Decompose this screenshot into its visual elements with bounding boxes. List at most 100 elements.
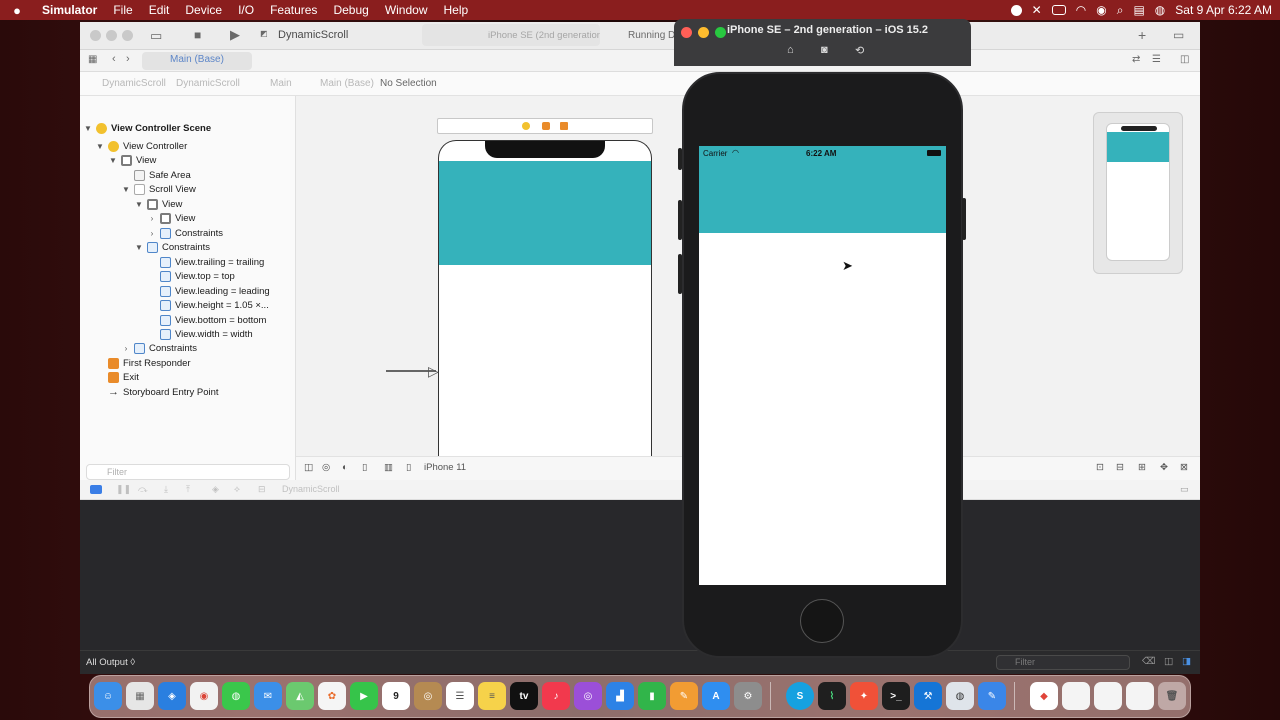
console-toggle-icon[interactable]: ▭ [1180, 484, 1189, 495]
dock-screenshot-icon[interactable] [1126, 682, 1154, 710]
home-button[interactable] [800, 599, 844, 643]
dock-app-store-icon[interactable]: A [702, 682, 730, 710]
menu-app-name[interactable]: Simulator [34, 3, 105, 17]
volume-down-button[interactable] [678, 254, 682, 294]
variables-view-icon[interactable]: ◫ [1164, 656, 1173, 667]
user-icon[interactable]: ◉ [1096, 3, 1106, 17]
outline-constraint-height[interactable]: View.height = 1.05 ×... [147, 298, 269, 312]
size-class-icon[interactable]: ▥ [384, 462, 393, 473]
outline-constraint-leading[interactable]: View.leading = leading [147, 284, 270, 298]
pin-icon[interactable]: ⊞ [1138, 462, 1146, 473]
exit-icon[interactable] [560, 122, 568, 130]
forward-icon[interactable]: › [126, 53, 130, 65]
outline-constraints-inner[interactable]: › Constraints [147, 226, 223, 240]
step-out-icon[interactable]: ⤒ [186, 484, 190, 495]
menu-clock[interactable]: Sat 9 Apr 6:22 AM [1175, 3, 1272, 17]
menu-debug[interactable]: Debug [325, 3, 376, 17]
teal-view[interactable] [439, 161, 651, 265]
wifi-icon[interactable]: ◠ [1076, 3, 1086, 17]
view-controller-icon[interactable] [522, 122, 530, 130]
run-destination[interactable]: iPhone SE (2nd generation) [422, 24, 600, 46]
environment-icon[interactable]: ⊟ [258, 484, 266, 495]
appearance-icon[interactable]: ◐ [342, 462, 348, 473]
orientation-icon[interactable]: ▯ [362, 462, 367, 473]
debug-area-toggle-icon[interactable] [90, 485, 102, 494]
dock-activity-monitor-icon[interactable]: ⌇ [818, 682, 846, 710]
simulator-screen[interactable]: Carrier ◠ 6:22 AM ➤ [699, 146, 946, 585]
editor-options-icon[interactable]: ☰ [1152, 54, 1161, 65]
outline-exit[interactable]: Exit [95, 370, 139, 384]
outline-scene[interactable]: ▼ View Controller Scene [83, 121, 211, 135]
dock-instruments-icon[interactable]: ✎ [978, 682, 1006, 710]
scheme-name[interactable]: DynamicScroll [278, 29, 348, 41]
dock-trash-icon[interactable]: 🗑 [1158, 682, 1186, 710]
jump-base[interactable]: Main (Base) [320, 78, 374, 89]
outline-inner-view[interactable]: › View [147, 211, 195, 225]
grid-icon[interactable]: ▦ [88, 54, 97, 65]
dock-reminders-icon[interactable]: ☰ [446, 682, 474, 710]
zoom-fit-icon[interactable]: ⊡ [1096, 462, 1104, 473]
jump-file[interactable]: Main [270, 78, 292, 89]
outline-content-view[interactable]: ▼ View [134, 197, 182, 211]
first-responder-icon[interactable] [542, 122, 550, 130]
stop-icon[interactable]: ■ [194, 28, 201, 42]
pause-icon[interactable]: ❚❚ [116, 484, 131, 495]
trash-icon[interactable]: ⌫ [1142, 656, 1155, 667]
run-icon[interactable]: ▶ [230, 27, 240, 43]
dock-messages-icon[interactable]: ◍ [222, 682, 250, 710]
step-in-icon[interactable]: ⤓ [164, 484, 168, 495]
outline-constraint-trailing[interactable]: View.trailing = trailing [147, 255, 264, 269]
dock-skype-icon[interactable]: S [786, 682, 814, 710]
outline-constraints-scroll[interactable]: ▼ Constraints [134, 240, 210, 254]
menu-features[interactable]: Features [262, 3, 325, 17]
outline-constraint-bottom[interactable]: View.bottom = bottom [147, 313, 266, 327]
rotate-icon[interactable]: ⟲ [855, 44, 864, 57]
dock-swift-playgrounds-icon[interactable]: ✦ [850, 682, 878, 710]
entry-point-arrow-icon[interactable]: ▷ [428, 363, 439, 380]
dock-photos-icon[interactable]: ✿ [318, 682, 346, 710]
memory-graph-icon[interactable]: ⟡ [234, 484, 240, 495]
sidebar-toggle-icon[interactable]: ▭ [150, 28, 162, 44]
back-icon[interactable]: ‹ [112, 53, 116, 65]
device-icon[interactable]: ▯ [406, 462, 411, 473]
dock-preview-icon[interactable]: ◆ [1030, 682, 1058, 710]
accessibility-icon[interactable]: ◎ [322, 462, 330, 473]
search-icon[interactable]: ⌕ [1117, 3, 1124, 18]
menu-file[interactable]: File [105, 3, 140, 17]
close-button[interactable] [90, 30, 101, 41]
dock-pages-icon[interactable]: ✎ [670, 682, 698, 710]
mute-switch[interactable] [678, 148, 682, 170]
outline-constraints-view[interactable]: › Constraints [121, 341, 197, 355]
resolve-icon[interactable]: ✥ [1160, 462, 1168, 473]
outline-entry-point[interactable]: → Storyboard Entry Point [95, 385, 219, 399]
zoom-button[interactable] [122, 30, 133, 41]
add-icon[interactable]: + [1138, 27, 1146, 43]
view-controller-canvas[interactable] [438, 140, 652, 470]
outline-safe-area[interactable]: Safe Area [121, 168, 191, 182]
console-area[interactable] [80, 500, 1200, 650]
outline-view[interactable]: ▼ View [108, 153, 156, 167]
apple-menu-icon[interactable]: ● [0, 3, 34, 18]
outline-view-controller[interactable]: ▼ View Controller [95, 139, 187, 153]
outline-first-responder[interactable]: First Responder [95, 356, 191, 370]
outline-constraint-top[interactable]: View.top = top [147, 269, 235, 283]
scene-dock[interactable] [437, 118, 653, 134]
align-icon[interactable]: ⊟ [1116, 462, 1124, 473]
dock-notes-icon[interactable]: ≡ [478, 682, 506, 710]
dock-xcode-icon[interactable]: ⚒ [914, 682, 942, 710]
menu-help[interactable]: Help [436, 3, 477, 17]
record-icon[interactable] [1010, 4, 1022, 16]
menu-io[interactable]: I/O [230, 3, 262, 17]
related-items-icon[interactable]: ⇄ [1132, 54, 1140, 65]
debug-target[interactable]: DynamicScroll [282, 484, 340, 494]
dock-safari-icon[interactable]: ◈ [158, 682, 186, 710]
outline-constraint-width[interactable]: View.width = width [147, 327, 253, 341]
dock-simulator-icon[interactable]: ◍ [946, 682, 974, 710]
dock-finder-icon[interactable]: ☺ [94, 682, 122, 710]
dock-numbers-icon[interactable]: ▮ [638, 682, 666, 710]
jump-project[interactable]: DynamicScroll [102, 78, 166, 89]
dock-music-icon[interactable]: ♪ [542, 682, 570, 710]
power-button[interactable] [962, 198, 966, 240]
output-selector[interactable]: All Output ◊ [86, 657, 135, 668]
dock-maps-icon[interactable]: ◭ [286, 682, 314, 710]
